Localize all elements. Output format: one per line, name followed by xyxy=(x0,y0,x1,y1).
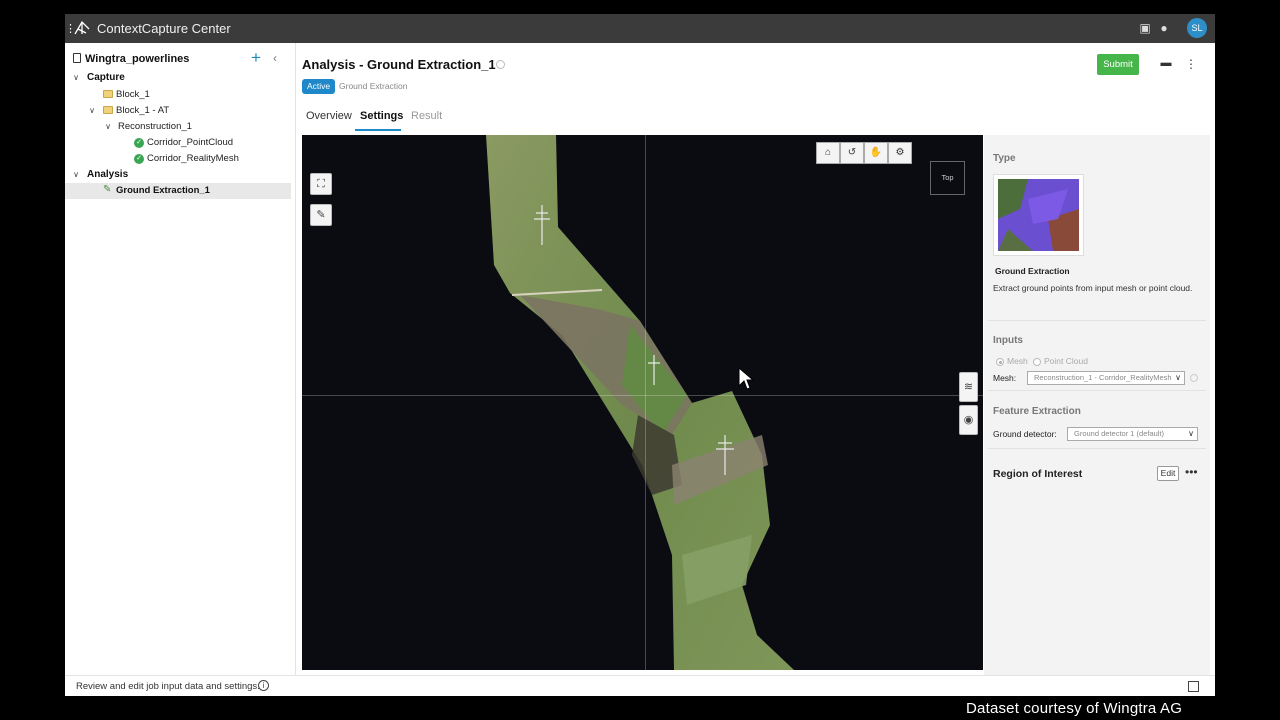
tree-item-label: Analysis xyxy=(87,169,129,180)
tree-item-block-1[interactable]: Block_1 xyxy=(65,87,291,103)
dataset-credit: Dataset courtesy of Wingtra AG xyxy=(966,700,1183,717)
tree-item-label: Ground Extraction_1 xyxy=(116,185,210,196)
check-circle-icon: ✓ xyxy=(134,154,144,164)
status-message: Review and edit job input data and setti… xyxy=(76,681,260,692)
measure-tool-icon[interactable]: ✎ xyxy=(310,204,332,226)
mesh-radio[interactable] xyxy=(996,358,1004,366)
chevron-down-icon[interactable]: ∨ xyxy=(87,103,97,119)
app-logo-icon xyxy=(74,20,90,35)
tree-item-reconstruction-1[interactable]: ∨ Reconstruction_1 xyxy=(65,119,291,135)
detector-select-value: Ground detector 1 (default) xyxy=(1074,429,1165,438)
tree-item-label: Corridor_RealityMesh xyxy=(147,153,239,164)
info-icon[interactable] xyxy=(496,60,505,69)
chevron-down-icon: ∨ xyxy=(1175,373,1181,382)
edit-roi-button[interactable]: Edit xyxy=(1157,466,1179,481)
type-description: Extract ground points from input mesh or… xyxy=(993,283,1193,293)
user-avatar[interactable]: SL xyxy=(1187,18,1207,38)
view-cube[interactable]: Top xyxy=(930,161,965,195)
ground-extraction-thumbnail xyxy=(998,179,1079,251)
mesh-radio-label: Mesh xyxy=(1007,356,1028,366)
mesh-field-label: Mesh: xyxy=(993,373,1017,383)
menu-icon[interactable]: ⋮ xyxy=(65,22,76,36)
layers-icon[interactable]: ≋ xyxy=(959,372,978,402)
grid-layout-icon[interactable] xyxy=(1188,681,1199,692)
folder-icon xyxy=(103,106,113,114)
app-title: ContextCapture Center xyxy=(97,21,231,36)
divider xyxy=(988,390,1206,391)
tab-result[interactable]: Result xyxy=(411,110,442,122)
check-circle-icon: ✓ xyxy=(134,138,144,148)
chevron-down-icon[interactable]: ∨ xyxy=(103,119,113,135)
tree-item-label: Reconstruction_1 xyxy=(118,121,192,132)
ground-detector-select[interactable]: Ground detector 1 (default) ∨ xyxy=(1067,427,1198,441)
pointcloud-radio[interactable] xyxy=(1033,358,1041,366)
corridor-mesh-image xyxy=(486,135,794,670)
divider xyxy=(988,448,1206,449)
detector-field-label: Ground detector: xyxy=(993,429,1057,439)
more-options-icon[interactable]: ••• xyxy=(1185,465,1198,479)
roi-section-title: Region of Interest xyxy=(993,468,1083,480)
tab-overview[interactable]: Overview xyxy=(306,110,352,122)
settings-panel: Type Ground Extraction Extract ground po… xyxy=(984,135,1210,675)
app-window: ⋮ ContextCapture Center ▣ ● SL Wingtra_p… xyxy=(65,14,1215,696)
tree-item-corridor-pointcloud[interactable]: ✓ Corridor_PointCloud xyxy=(65,135,291,151)
info-icon[interactable] xyxy=(1190,374,1198,382)
mouse-cursor-icon xyxy=(738,367,754,390)
project-icon xyxy=(73,53,81,63)
tree-item-corridor-realitymesh[interactable]: ✓ Corridor_RealityMesh xyxy=(65,151,291,167)
type-name: Ground Extraction xyxy=(995,266,1070,276)
folder-icon xyxy=(103,90,113,98)
tab-settings[interactable]: Settings xyxy=(360,110,403,122)
tree-item-block-1-at[interactable]: ∨ Block_1 - AT xyxy=(65,103,291,119)
collapse-sidebar-icon[interactable]: ‹ xyxy=(273,51,277,65)
project-sidebar: Wingtra_powerlines + ‹ ∨ Capture Block_1… xyxy=(65,43,296,675)
active-tab-indicator xyxy=(355,129,401,131)
add-icon[interactable]: + xyxy=(251,48,261,68)
feature-section-title: Feature Extraction xyxy=(993,406,1081,417)
lightbulb-icon[interactable]: ● xyxy=(1157,21,1171,35)
tree-item-analysis[interactable]: ∨ Analysis xyxy=(65,167,291,183)
tree-item-label: Block_1 xyxy=(116,89,150,100)
info-icon[interactable]: i xyxy=(258,680,269,691)
tree-item-label: Corridor_PointCloud xyxy=(147,137,234,148)
project-name: Wingtra_powerlines xyxy=(85,53,190,65)
selection-tool-icon[interactable]: ⛶ xyxy=(310,173,332,195)
divider xyxy=(988,320,1206,321)
3d-viewport[interactable]: ⛶ ✎ ⌂ ↺ ✋ ⚙ Top ≋ ◉ xyxy=(302,135,983,670)
status-badge: Active xyxy=(302,79,336,94)
status-bar: Review and edit job input data and setti… xyxy=(65,675,1215,696)
more-options-icon[interactable]: ⋮ xyxy=(1185,57,1197,71)
submit-button[interactable]: Submit xyxy=(1097,54,1139,75)
tree-item-label: Capture xyxy=(87,72,125,83)
chevron-down-icon[interactable]: ∨ xyxy=(71,70,81,86)
tree-item-ground-extraction-1[interactable]: ✎ Ground Extraction_1 xyxy=(65,183,291,199)
open-folder-icon[interactable]: ▬ xyxy=(1159,57,1173,71)
chevron-down-icon[interactable]: ∨ xyxy=(71,167,81,183)
tree-item-label: Block_1 - AT xyxy=(116,105,170,116)
type-section-title: Type xyxy=(993,153,1016,164)
home-view-icon[interactable]: ⌂ xyxy=(816,142,840,164)
tree-item-capture[interactable]: ∨ Capture xyxy=(65,70,291,86)
mesh-select-value: Reconstruction_1 - Corridor_RealityMesh xyxy=(1034,373,1172,382)
chevron-down-icon: ∨ xyxy=(1188,429,1194,438)
job-type-label: Ground Extraction xyxy=(339,81,408,91)
pan-hand-icon[interactable]: ✋ xyxy=(864,142,888,164)
orbit-icon[interactable]: ↺ xyxy=(840,142,864,164)
crosshair-horizontal xyxy=(302,395,983,396)
title-bar: ⋮ ContextCapture Center ▣ ● SL xyxy=(65,14,1215,43)
mesh-select[interactable]: Reconstruction_1 - Corridor_RealityMesh … xyxy=(1027,371,1185,385)
save-icon[interactable]: ▣ xyxy=(1138,21,1152,35)
type-card[interactable] xyxy=(993,174,1084,256)
settings-gear-icon[interactable]: ⚙ xyxy=(888,142,912,164)
pencil-icon: ✎ xyxy=(103,184,112,195)
crosshair-vertical xyxy=(645,135,646,670)
page-title: Analysis - Ground Extraction_1 xyxy=(302,57,496,72)
globe-icon[interactable]: ◉ xyxy=(959,405,978,435)
main-content: Analysis - Ground Extraction_1 Active Gr… xyxy=(296,43,1215,675)
pointcloud-radio-label: Point Cloud xyxy=(1044,356,1088,366)
inputs-section-title: Inputs xyxy=(993,335,1023,346)
